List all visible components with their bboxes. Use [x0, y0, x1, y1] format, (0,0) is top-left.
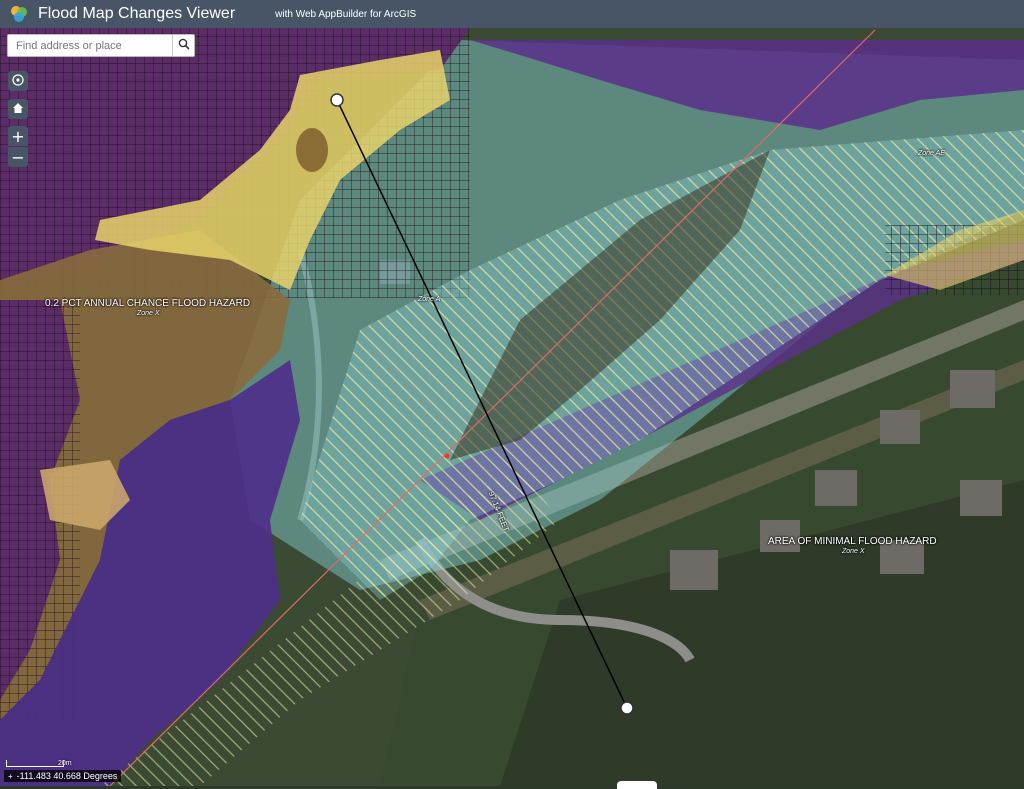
- measure-start-vertex: [330, 93, 344, 107]
- app-subtitle: with Web AppBuilder for ArcGIS: [275, 8, 417, 20]
- minimal-flood-label: AREA OF MINIMAL FLOOD HAZARD: [768, 536, 937, 547]
- search-icon: [178, 38, 190, 53]
- arcgis-app-logo-icon: [8, 3, 30, 25]
- map-canvas: [0, 28, 1024, 786]
- zone-ae-label: Zone AE: [918, 150, 945, 157]
- minimal-zone-label: Zone X: [842, 548, 865, 555]
- measure-mid-point: [444, 453, 450, 459]
- locate-icon: [11, 72, 25, 91]
- zoom-in-button[interactable]: +: [8, 126, 28, 146]
- app-header: Flood Map Changes Viewer with Web AppBui…: [0, 0, 1024, 28]
- locate-button[interactable]: [8, 71, 28, 91]
- search-button[interactable]: [172, 35, 194, 56]
- home-icon: [11, 100, 25, 119]
- zone-a-label: Zone A: [418, 296, 441, 303]
- bottom-panel-handle[interactable]: [617, 781, 657, 789]
- flood-02pct-zone-label: Zone X: [137, 310, 160, 317]
- search-widget: [7, 34, 195, 57]
- scale-bar: [6, 760, 64, 767]
- coordinate-readout: + -111.483 40.668 Degrees: [4, 770, 122, 782]
- coordinate-text: -111.483 40.668 Degrees: [16, 771, 118, 781]
- crosshair-icon[interactable]: +: [8, 772, 13, 781]
- zoom-out-button[interactable]: −: [8, 147, 28, 167]
- search-input[interactable]: [8, 35, 172, 56]
- app-title: Flood Map Changes Viewer: [38, 5, 236, 22]
- map-view[interactable]: [0, 28, 1024, 786]
- scale-label: 20m: [58, 760, 72, 767]
- flood-02pct-label: 0.2 PCT ANNUAL CHANCE FLOOD HAZARD: [45, 298, 251, 309]
- measure-end-vertex: [620, 701, 634, 715]
- home-button[interactable]: [8, 99, 28, 119]
